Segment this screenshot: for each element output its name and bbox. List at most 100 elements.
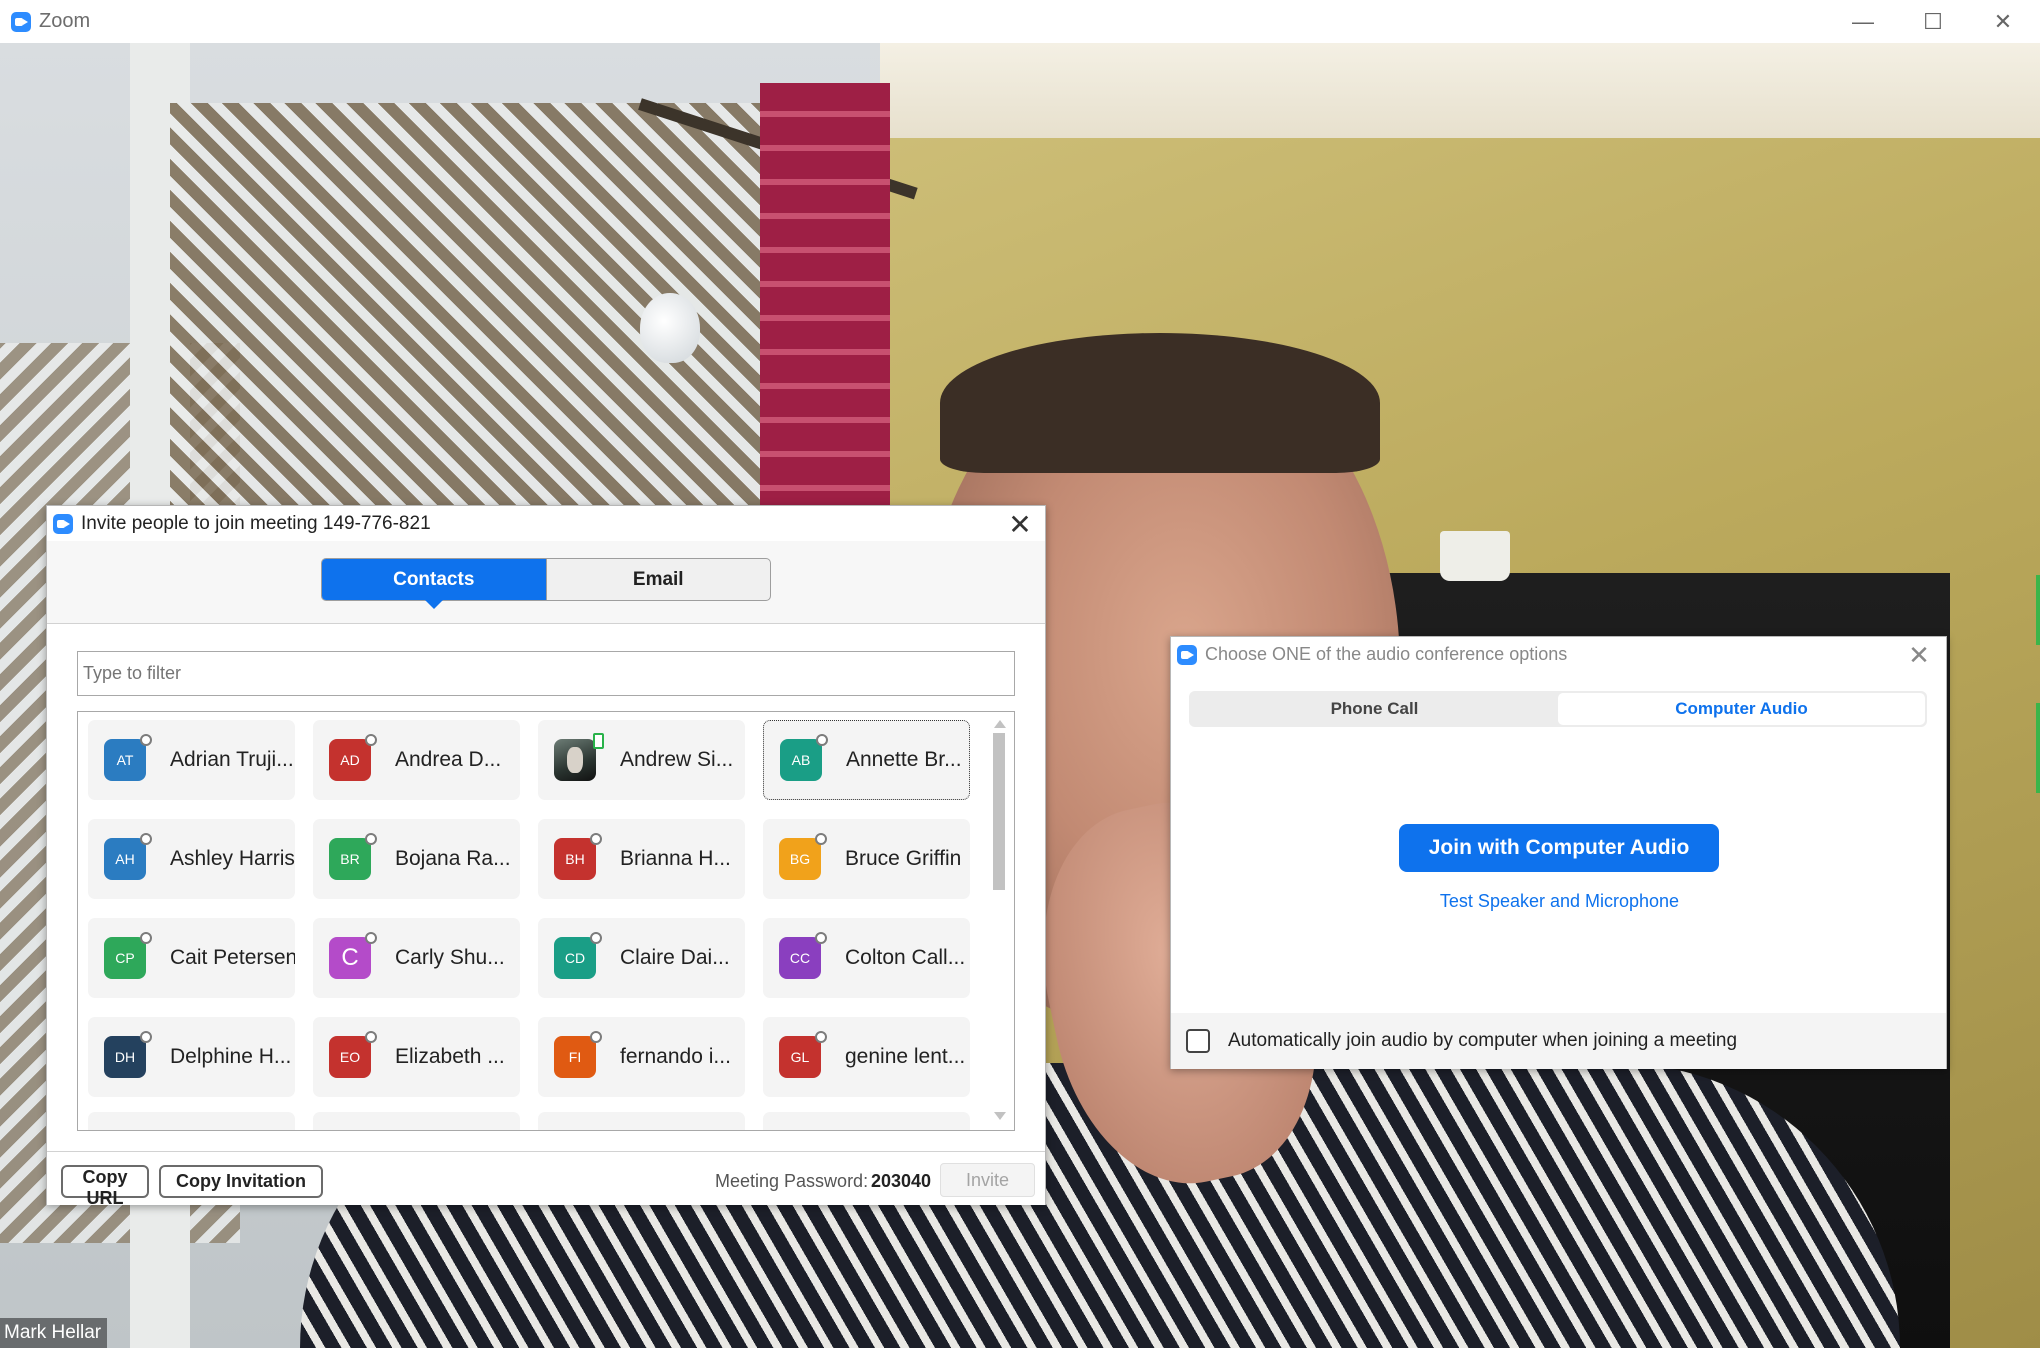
tab-email[interactable]: Email bbox=[545, 559, 771, 600]
contact-filter-input[interactable] bbox=[77, 651, 1015, 696]
contact-avatar: GL bbox=[779, 1031, 827, 1078]
contact-avatar: AD bbox=[329, 734, 377, 781]
contact-avatar: DH bbox=[104, 1031, 152, 1078]
zoom-logo-icon bbox=[53, 513, 73, 534]
participant-name-label: Mark Hellar bbox=[0, 1318, 108, 1348]
maximize-button[interactable]: ☐ bbox=[1898, 0, 1968, 43]
contact-card-partial bbox=[313, 1112, 520, 1130]
contact-name: Brianna H... bbox=[620, 847, 731, 870]
invite-dialog-title: Invite people to join meeting 149-776-82… bbox=[81, 512, 431, 534]
contact-card[interactable]: GL genine lent... bbox=[763, 1017, 970, 1097]
contact-card-partial bbox=[88, 1112, 295, 1130]
auto-join-audio-checkbox[interactable] bbox=[1186, 1029, 1210, 1053]
invite-tab-bar: Contacts Email bbox=[47, 541, 1045, 624]
audio-close-button[interactable]: ✕ bbox=[1904, 640, 1934, 670]
contact-card[interactable]: DH Delphine H... bbox=[88, 1017, 295, 1097]
presence-status-icon bbox=[365, 833, 377, 845]
audio-dialog-title: Choose ONE of the audio conference optio… bbox=[1205, 644, 1568, 664]
presence-status-icon bbox=[590, 833, 602, 845]
tab-contacts[interactable]: Contacts bbox=[322, 559, 546, 609]
presence-status-icon bbox=[140, 932, 152, 944]
contact-avatar: AH bbox=[104, 833, 152, 880]
presence-status-icon bbox=[365, 1031, 377, 1043]
contact-card[interactable]: BH Brianna H... bbox=[538, 819, 745, 899]
video-edge-marker bbox=[2036, 575, 2040, 645]
scroll-up-arrow-icon[interactable] bbox=[994, 720, 1006, 728]
audio-dialog-titlebar: Choose ONE of the audio conference optio… bbox=[1171, 637, 1946, 672]
presence-status-icon bbox=[365, 932, 377, 944]
contact-avatar: CC bbox=[779, 932, 827, 979]
audio-dialog: Choose ONE of the audio conference optio… bbox=[1170, 636, 1947, 1069]
window-close-button[interactable]: ✕ bbox=[1968, 0, 2038, 43]
contact-card[interactable]: FI fernando i... bbox=[538, 1017, 745, 1097]
contact-card[interactable]: BG Bruce Griffin bbox=[763, 819, 970, 899]
contact-card[interactable]: C Carly Shu... bbox=[313, 918, 520, 998]
contact-name: Ashley Harris bbox=[170, 847, 295, 870]
scroll-down-arrow-icon[interactable] bbox=[994, 1112, 1006, 1120]
contact-card[interactable]: BR Bojana Ra... bbox=[313, 819, 520, 899]
copy-url-button[interactable]: Copy URL bbox=[61, 1165, 149, 1208]
meeting-password-value: 203040 bbox=[871, 1171, 932, 1191]
video-cup bbox=[1440, 531, 1510, 581]
contact-avatar: C bbox=[329, 932, 377, 979]
contact-card[interactable]: Andrew Si... bbox=[538, 720, 745, 800]
contact-name: genine lent... bbox=[845, 1045, 966, 1068]
contacts-grid: AT Adrian Truji... AD Andrea D... Andrew Si.… bbox=[88, 720, 983, 1097]
contact-name: Bruce Griffin bbox=[845, 847, 962, 870]
contact-card[interactable]: CC Colton Call... bbox=[763, 918, 970, 998]
contact-name: Bojana Ra... bbox=[395, 847, 511, 870]
contact-card-partial bbox=[763, 1112, 970, 1130]
presence-status-icon bbox=[590, 932, 602, 944]
contact-card[interactable]: AD Andrea D... bbox=[313, 720, 520, 800]
contact-card[interactable]: CD Claire Dai... bbox=[538, 918, 745, 998]
tab-computer-audio[interactable]: Computer Audio bbox=[1558, 693, 1925, 725]
presence-status-icon bbox=[140, 1031, 152, 1043]
video-ceiling bbox=[700, 43, 2040, 138]
contact-name: Adrian Truji... bbox=[170, 748, 294, 771]
contact-name: Elizabeth ... bbox=[395, 1045, 505, 1068]
window-titlebar: Zoom — ☐ ✕ bbox=[0, 0, 2044, 43]
contact-avatar: BR bbox=[329, 833, 377, 880]
presence-status-icon bbox=[815, 932, 827, 944]
contact-name: Claire Dai... bbox=[620, 946, 730, 969]
contact-avatar: CP bbox=[104, 932, 152, 979]
presence-status-icon bbox=[365, 734, 377, 746]
contact-avatar: BG bbox=[779, 833, 827, 880]
video-edge-marker bbox=[2036, 703, 2040, 793]
invite-close-button[interactable]: ✕ bbox=[1005, 509, 1035, 540]
video-lamp bbox=[640, 293, 700, 363]
contact-card[interactable]: CP Cait Petersen bbox=[88, 918, 295, 998]
tab-phone-call[interactable]: Phone Call bbox=[1191, 693, 1558, 725]
presence-status-icon bbox=[140, 833, 152, 845]
contact-card[interactable]: AB Annette Br... bbox=[763, 720, 970, 800]
presence-status-icon bbox=[815, 1031, 827, 1043]
presence-status-icon bbox=[816, 734, 828, 746]
zoom-logo-icon bbox=[11, 11, 31, 32]
invite-button[interactable]: Invite bbox=[940, 1163, 1035, 1197]
contact-card[interactable]: AH Ashley Harris bbox=[88, 819, 295, 899]
meeting-password-label: Meeting Password: bbox=[715, 1171, 869, 1191]
contact-avatar: EO bbox=[329, 1031, 377, 1078]
audio-tabs: Phone Call Computer Audio bbox=[1189, 691, 1927, 727]
auto-join-audio-label[interactable]: Automatically join audio by computer whe… bbox=[1228, 1030, 1737, 1052]
audio-footer: Automatically join audio by computer whe… bbox=[1171, 1013, 1946, 1069]
presence-status-icon bbox=[593, 733, 604, 749]
contact-avatar: BH bbox=[554, 833, 602, 880]
contact-name: Andrew Si... bbox=[620, 748, 734, 771]
contact-card[interactable]: EO Elizabeth ... bbox=[313, 1017, 520, 1097]
contact-name: fernando i... bbox=[620, 1045, 731, 1068]
contact-card[interactable]: AT Adrian Truji... bbox=[88, 720, 295, 800]
video-hair bbox=[940, 333, 1380, 473]
presence-status-icon bbox=[590, 1031, 602, 1043]
join-computer-audio-button[interactable]: Join with Computer Audio bbox=[1399, 824, 1719, 872]
minimize-button[interactable]: — bbox=[1828, 0, 1898, 43]
contact-name: Delphine H... bbox=[170, 1045, 292, 1068]
presence-status-icon bbox=[140, 734, 152, 746]
copy-invitation-button[interactable]: Copy Invitation bbox=[159, 1165, 323, 1198]
test-speaker-mic-link[interactable]: Test Speaker and Microphone bbox=[1171, 891, 1948, 912]
invite-footer: Copy URL Copy Invitation Meeting Passwor… bbox=[47, 1151, 1045, 1208]
contacts-scrollbar[interactable] bbox=[992, 720, 1006, 1120]
scroll-thumb[interactable] bbox=[993, 733, 1005, 890]
zoom-logo-icon bbox=[1177, 644, 1197, 665]
invite-dialog-titlebar: Invite people to join meeting 149-776-82… bbox=[47, 506, 1045, 541]
